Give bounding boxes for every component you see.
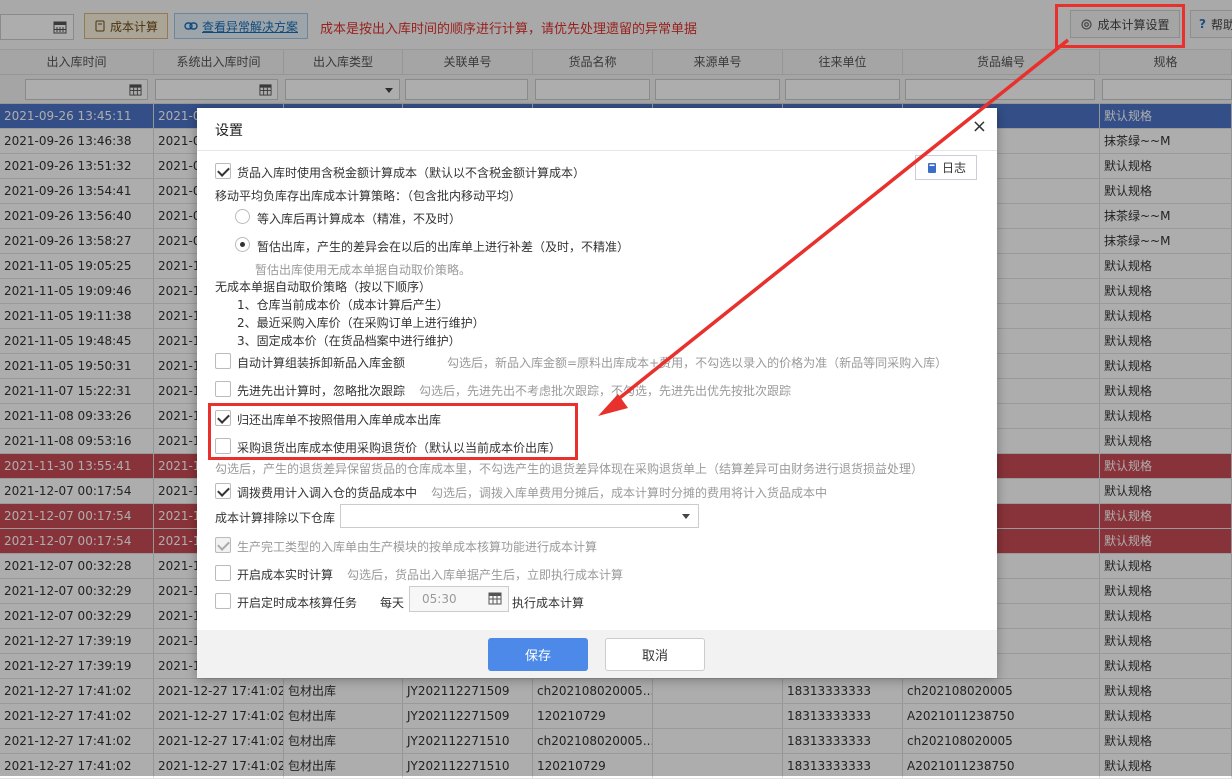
annotation-arrow (598, 38, 1070, 416)
